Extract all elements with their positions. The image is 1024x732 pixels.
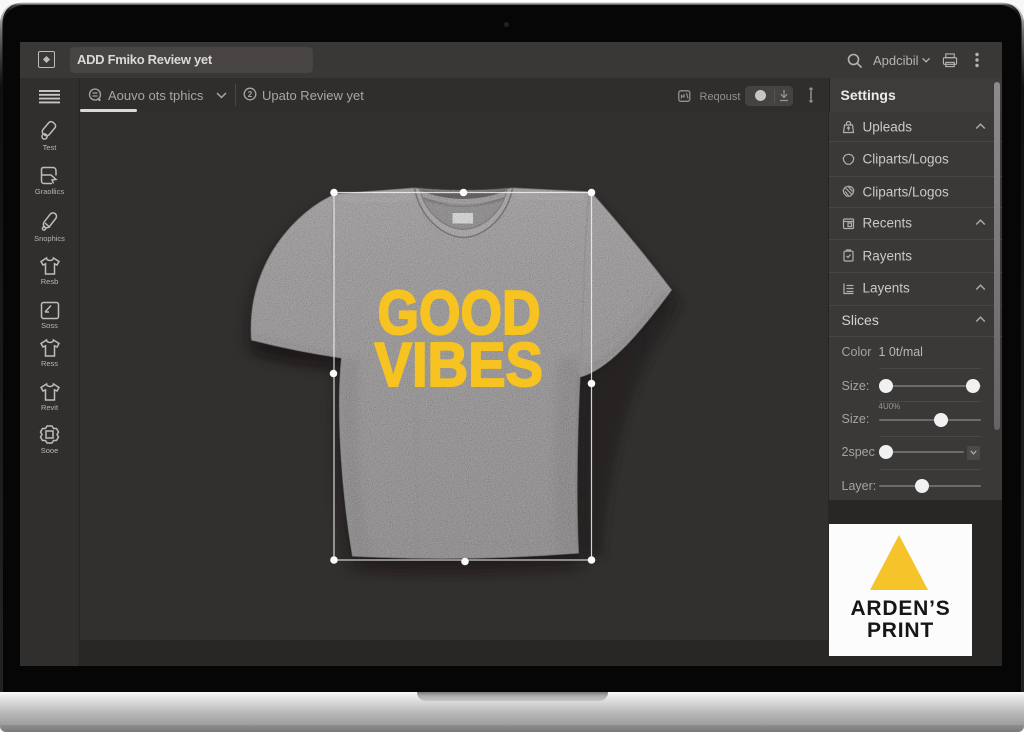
svg-text:2: 2: [248, 90, 253, 99]
svg-text:VIBES: VIBES: [374, 331, 543, 400]
